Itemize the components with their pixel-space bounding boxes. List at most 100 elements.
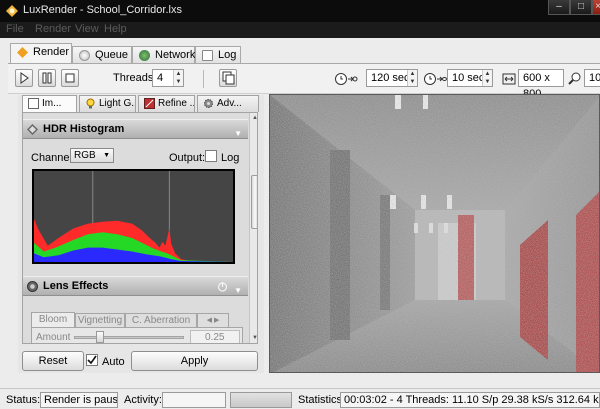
- tab-imaging-label: Im...: [42, 98, 62, 109]
- queue-icon: [79, 50, 90, 61]
- apply-button[interactable]: Apply: [131, 351, 258, 371]
- log-label: Log: [221, 152, 240, 164]
- reset-button[interactable]: Reset: [22, 351, 84, 371]
- scroll-up-icon[interactable]: ▲: [250, 113, 257, 123]
- tab-vignetting[interactable]: Vignetting: [75, 313, 125, 327]
- halt-time-value: 120 sec: [371, 72, 410, 84]
- threads-spin-arrows[interactable]: ▲ ▼: [173, 70, 183, 86]
- close-button[interactable]: ×: [592, 0, 600, 15]
- auto-checkbox[interactable]: [86, 354, 98, 366]
- amount-spinbox[interactable]: 0.25: [190, 330, 240, 343]
- amount-slider-handle[interactable]: [96, 331, 104, 343]
- tab-light-groups[interactable]: Light G...: [79, 95, 136, 112]
- render-icon: [17, 47, 28, 58]
- resolution-field[interactable]: 600 x 800: [518, 69, 564, 100]
- tab-network[interactable]: Network: [132, 46, 195, 64]
- pause-button[interactable]: [38, 69, 56, 87]
- tab-network-label: Network: [155, 49, 196, 61]
- log-icon: [202, 50, 213, 61]
- maximize-button[interactable]: □: [570, 0, 592, 15]
- title-bar: LuxRender - School_Corridor.lxs – □ ×: [0, 0, 600, 22]
- imaging-settings-content: HDR Histogram ▼ Channel: RGB ▼ Output: L…: [22, 112, 258, 344]
- menu-help[interactable]: Help: [104, 23, 127, 35]
- copy-image-button[interactable]: [219, 69, 237, 87]
- activity-progress-bar: [230, 392, 292, 408]
- copy-icon: [222, 71, 235, 85]
- dropdown-arrow-icon: ▼: [103, 152, 110, 159]
- tab-log[interactable]: Log: [195, 46, 241, 64]
- tab-chromatic-aberration-label: C. Aberration: [131, 315, 191, 326]
- write-interval-spin-arrows[interactable]: ▲ ▼: [482, 70, 492, 86]
- toolbar-separator: [203, 70, 204, 88]
- lens-effects-title: Lens Effects: [43, 280, 109, 292]
- auto-label: Auto: [102, 356, 125, 368]
- refine-icon: [144, 98, 155, 109]
- chevron-down-icon[interactable]: ▼: [234, 281, 242, 300]
- scrollbar-thumb[interactable]: [251, 175, 257, 229]
- checkmark-icon: [87, 355, 97, 365]
- render-image-viewport[interactable]: [269, 94, 600, 373]
- statistics-value: 00:03:02 - 4 Threads: 11.10 S/p 29.38 kS…: [344, 394, 599, 406]
- amount-slider-track[interactable]: [74, 336, 184, 339]
- lens-effects-header[interactable]: Lens Effects ▼: [23, 276, 248, 296]
- tab-log-label: Log: [218, 49, 237, 61]
- channel-select[interactable]: RGB ▼: [70, 148, 114, 163]
- pause-icon: [42, 72, 52, 84]
- hdr-histogram-title: HDR Histogram: [43, 123, 125, 135]
- tab-bloom[interactable]: Bloom: [31, 312, 75, 327]
- tab-chromatic-aberration[interactable]: C. Aberration: [125, 313, 197, 327]
- render-toolbar: Threads: 4 ▲ ▼ 120 sec ▲ ▼ 10 sec ▲ ▼ 600 x…: [8, 64, 600, 100]
- threads-label: Threads:: [113, 72, 157, 84]
- tab-refine[interactable]: Refine ...: [138, 95, 195, 112]
- hdr-histogram-header[interactable]: HDR Histogram ▼: [23, 119, 248, 139]
- tab-light-groups-label: Light G...: [99, 98, 136, 109]
- scroll-down-icon[interactable]: ▼: [250, 333, 257, 343]
- tab-render[interactable]: Render: [10, 43, 72, 65]
- zoom-value: 100: [589, 72, 600, 84]
- tab-queue-label: Queue: [95, 49, 129, 61]
- resume-button[interactable]: [15, 69, 33, 87]
- zoom-field[interactable]: 100: [584, 69, 600, 87]
- menu-file[interactable]: File: [6, 23, 24, 35]
- write-interval-spinbox[interactable]: 10 sec ▲ ▼: [447, 69, 493, 87]
- resolution-icon: [502, 73, 516, 85]
- stop-button[interactable]: [61, 69, 79, 87]
- light-groups-icon: [86, 98, 95, 109]
- tab-render-label: Render: [33, 46, 70, 58]
- tab-scroll-arrows[interactable]: ◀ ▶: [197, 313, 229, 327]
- tab-queue[interactable]: Queue: [72, 46, 132, 64]
- gear-icon: [204, 99, 213, 108]
- left-settings-panel: Im... Light G... Refine ... Adv... HDR H…: [18, 95, 264, 373]
- threads-value: 4: [157, 72, 164, 84]
- histogram-section-icon: [27, 124, 38, 135]
- imaging-icon: [28, 98, 39, 109]
- minimize-button[interactable]: –: [548, 0, 570, 15]
- menu-view[interactable]: View: [75, 23, 99, 35]
- panel-scrollbar[interactable]: ▲ ▼: [249, 113, 257, 343]
- activity-label: Activity:: [124, 394, 162, 406]
- chevron-down-icon[interactable]: ▼: [234, 124, 242, 143]
- zoom-icon[interactable]: [568, 71, 582, 85]
- status-value: Render is paused: [44, 394, 118, 406]
- tab-imaging[interactable]: Im...: [22, 95, 77, 112]
- tab-vignetting-label: Vignetting: [77, 315, 123, 326]
- menu-render[interactable]: Render: [35, 23, 71, 35]
- halt-time-icon: [335, 73, 358, 85]
- main-tab-bar: Render Queue Network Log: [0, 38, 600, 65]
- amount-value: 0.25: [205, 332, 225, 343]
- power-icon[interactable]: [217, 281, 228, 292]
- threads-spinbox[interactable]: 4 ▲ ▼: [152, 69, 184, 87]
- status-value-field: Render is paused: [40, 392, 118, 408]
- statistics-label: Statistics:: [298, 394, 346, 406]
- amount-label: Amount: [36, 332, 71, 343]
- tab-refine-label: Refine ...: [158, 98, 195, 109]
- halt-time-spinbox[interactable]: 120 sec ▲ ▼: [366, 69, 418, 87]
- stop-icon: [65, 73, 75, 83]
- log-checkbox[interactable]: [205, 150, 217, 162]
- lens-icon: [27, 281, 38, 292]
- halt-time-spin-arrows[interactable]: ▲ ▼: [407, 70, 417, 86]
- write-interval-value: 10 sec: [452, 72, 485, 84]
- activity-field: [162, 392, 226, 408]
- network-icon: [139, 50, 150, 61]
- tab-advanced[interactable]: Adv...: [197, 95, 259, 112]
